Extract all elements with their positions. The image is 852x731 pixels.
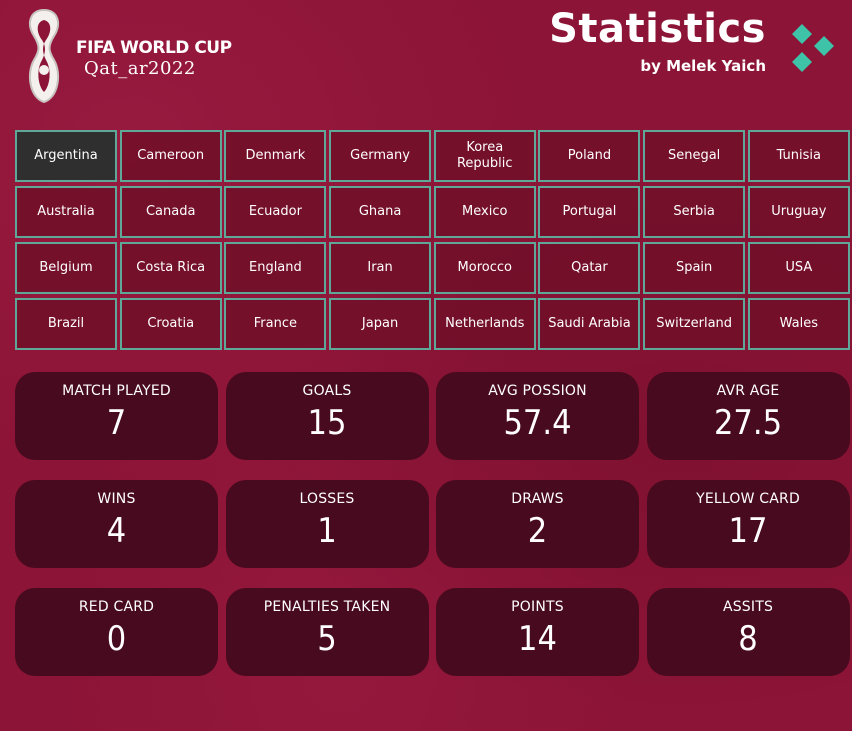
stat-value: 57.4 xyxy=(503,403,572,443)
stat-card-assits: ASSITS 8 xyxy=(646,588,850,676)
stat-value: 1 xyxy=(317,511,337,551)
stat-label: GOALS xyxy=(302,383,352,399)
stat-value: 17 xyxy=(728,511,768,551)
fifa-trophy-emblem-icon xyxy=(28,8,60,104)
stat-value: 7 xyxy=(106,403,127,443)
stat-value: 4 xyxy=(106,511,127,551)
stats-panel: MATCH PLAYED 7 GOALS 15 AVG POSSION 57.4 AVR A… xyxy=(15,372,850,676)
brand-edition: Qat_ar2022 xyxy=(84,58,196,79)
stat-label: DRAWS xyxy=(511,491,564,507)
country-button-france[interactable]: France xyxy=(224,298,327,350)
country-button-cameroon[interactable]: Cameroon xyxy=(119,130,222,182)
country-button-australia[interactable]: Australia xyxy=(15,186,117,238)
page-title: Statistics xyxy=(549,6,766,52)
country-button-morocco[interactable]: Morocco xyxy=(433,242,536,294)
country-button-japan[interactable]: Japan xyxy=(329,298,432,350)
country-button-netherlands[interactable]: Netherlands xyxy=(433,298,536,350)
stat-card-draws: DRAWS 2 xyxy=(436,480,639,568)
country-button-ghana[interactable]: Ghana xyxy=(329,186,432,238)
stat-value: 8 xyxy=(738,619,758,659)
stat-card-points: POINTS 14 xyxy=(436,588,639,676)
stat-card-wins: WINS 4 xyxy=(15,480,218,568)
country-button-poland[interactable]: Poland xyxy=(538,130,641,182)
stat-value: 14 xyxy=(518,619,557,659)
stat-value: 0 xyxy=(106,619,127,659)
stat-card-match-played: MATCH PLAYED 7 xyxy=(15,372,218,460)
stat-label: AVG POSSION xyxy=(488,383,587,399)
country-button-wales[interactable]: Wales xyxy=(747,298,850,350)
country-button-brazil[interactable]: Brazil xyxy=(15,298,117,350)
stat-label: WINS xyxy=(97,491,136,507)
country-button-senegal[interactable]: Senegal xyxy=(643,130,746,182)
country-button-costa-rica[interactable]: Costa Rica xyxy=(119,242,222,294)
country-button-tunisia[interactable]: Tunisia xyxy=(747,130,850,182)
stat-value: 5 xyxy=(317,619,337,659)
stat-label: AVR AGE xyxy=(716,383,780,399)
diamond-cluster-icon xyxy=(792,24,834,72)
stat-card-goals: GOALS 15 xyxy=(225,372,429,460)
country-button-canada[interactable]: Canada xyxy=(119,186,222,238)
stat-card-penalties-taken: PENALTIES TAKEN 5 xyxy=(225,588,429,676)
stat-label: ASSITS xyxy=(722,599,774,615)
country-button-belgium[interactable]: Belgium xyxy=(15,242,117,294)
stat-card-losses: LOSSES 1 xyxy=(225,480,429,568)
country-button-argentina[interactable]: Argentina xyxy=(15,130,117,182)
report-header: FIFA WORLD CUP Qat_ar2022 Statistics by … xyxy=(0,0,852,120)
stat-label: POINTS xyxy=(511,599,564,615)
country-button-switzerland[interactable]: Switzerland xyxy=(643,298,746,350)
stat-card-red-card: RED CARD 0 xyxy=(15,588,218,676)
stat-card-avr-age: AVR AGE 27.5 xyxy=(646,372,850,460)
stat-label: LOSSES xyxy=(299,491,355,507)
country-button-england[interactable]: England xyxy=(224,242,327,294)
country-button-usa[interactable]: USA xyxy=(747,242,850,294)
country-button-uruguay[interactable]: Uruguay xyxy=(747,186,850,238)
stat-value: 2 xyxy=(527,511,548,551)
stat-value: 15 xyxy=(307,403,347,443)
country-button-korea-republic[interactable]: Korea Republic xyxy=(433,130,536,182)
stat-card-avg-possion: AVG POSSION 57.4 xyxy=(436,372,639,460)
stat-label: YELLOW CARD xyxy=(696,491,800,507)
country-button-saudi-arabia[interactable]: Saudi Arabia xyxy=(538,298,641,350)
country-button-portugal[interactable]: Portugal xyxy=(538,186,641,238)
stat-card-yellow-card: YELLOW CARD 17 xyxy=(646,480,850,568)
country-button-mexico[interactable]: Mexico xyxy=(433,186,536,238)
country-button-denmark[interactable]: Denmark xyxy=(224,130,327,182)
country-button-croatia[interactable]: Croatia xyxy=(119,298,222,350)
stat-value: 27.5 xyxy=(713,403,783,443)
stat-label: RED CARD xyxy=(78,599,155,615)
page-subtitle: by Melek Yaich xyxy=(640,57,766,75)
country-button-qatar[interactable]: Qatar xyxy=(538,242,641,294)
country-button-ecuador[interactable]: Ecuador xyxy=(224,186,327,238)
country-selector: Argentina Cameroon Denmark Germany Korea Rep… xyxy=(15,130,851,350)
stat-label: MATCH PLAYED xyxy=(62,383,171,399)
country-button-iran[interactable]: Iran xyxy=(329,242,432,294)
country-button-germany[interactable]: Germany xyxy=(329,130,432,182)
country-button-spain[interactable]: Spain xyxy=(643,242,746,294)
brand-name: FIFA WORLD CUP xyxy=(76,38,232,58)
country-button-serbia[interactable]: Serbia xyxy=(643,186,746,238)
stat-label: PENALTIES TAKEN xyxy=(263,599,391,615)
